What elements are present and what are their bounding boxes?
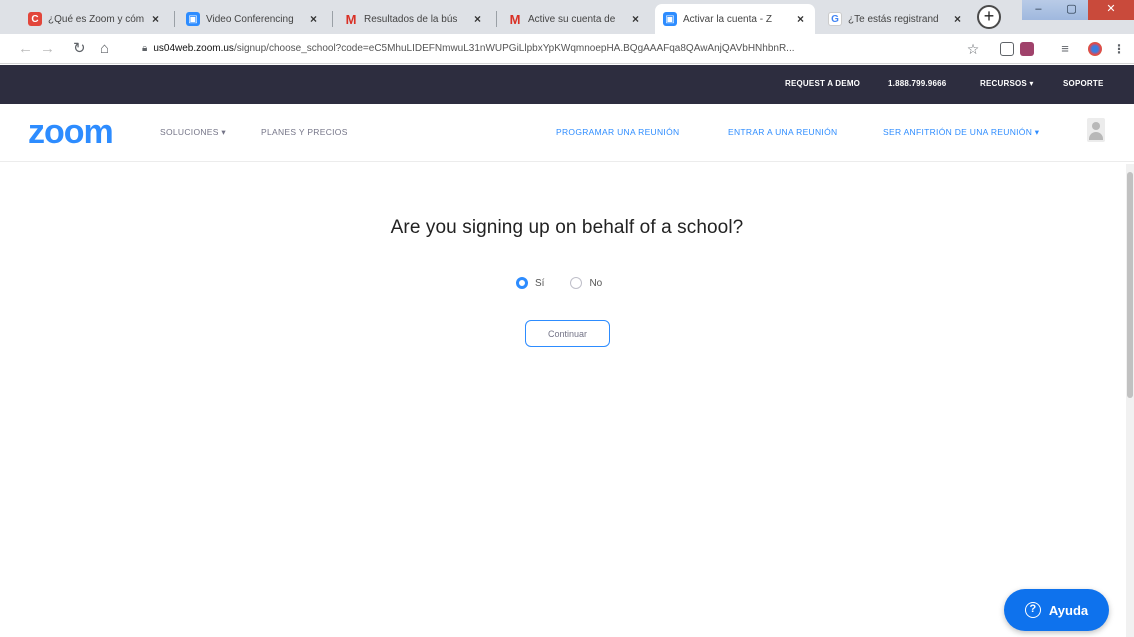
tab-separator [332,11,333,27]
resources-menu[interactable]: RECURSOS ▾ [980,79,1034,88]
close-icon[interactable]: × [797,12,809,26]
browser-tab-5-active[interactable]: ▣ Activar la cuenta - Z × [655,4,815,34]
close-icon[interactable]: × [310,12,322,26]
back-arrow-icon[interactable]: ← [18,40,33,58]
radio-no[interactable]: No [570,277,602,289]
browser-tab-6[interactable]: G ¿Te estás registrand × [820,4,972,34]
menu-lines-icon[interactable]: ≡ [1058,42,1072,56]
tab-title: Active su cuenta de [528,13,616,25]
plans-pricing-link[interactable]: PLANES Y PRECIOS [261,127,348,137]
forward-arrow-icon[interactable]: → [40,40,55,58]
tab-title: ¿Qué es Zoom y cóm [48,13,145,25]
radio-selected-icon [516,277,528,289]
browser-toolbar: ← → ↻ ⌂ 🔒︎ us04web.zoom.us/signup/choose_… [0,34,1134,64]
school-radio-group: Sí No [516,274,628,292]
zoom-logo[interactable]: zoom [28,113,114,152]
browser-tab-3[interactable]: M Resultados de la bús × [336,4,492,34]
extension-app-icon[interactable] [1020,42,1034,56]
reload-icon[interactable]: ↻ [73,40,86,58]
help-label: Ayuda [1048,602,1089,618]
page-scrollbar[interactable] [1126,164,1134,637]
browser-tab-2[interactable]: ▣ Video Conferencing × [178,4,328,34]
address-bar[interactable]: 🔒︎ us04web.zoom.us/signup/choose_school?c… [142,39,960,59]
schedule-meeting-link[interactable]: PROGRAMAR UNA REUNIÓN [556,127,679,137]
tab-title: Video Conferencing [206,13,294,25]
zoom-top-bar: REQUEST A DEMO 1.888.799.9666 RECURSOS ▾… [0,65,1134,104]
support-link[interactable]: SOPORTE [1063,79,1104,88]
tab-favicon-icon: ▣ [186,12,200,26]
url-host: us04web.zoom.us [153,43,234,54]
close-icon[interactable]: × [474,12,486,26]
google-icon: G [828,12,842,26]
tab-title: Activar la cuenta - Z [683,13,772,25]
join-meeting-link[interactable]: ENTRAR A UNA REUNIÓN [728,127,837,137]
maximize-icon[interactable]: ▢ [1055,0,1088,20]
home-icon[interactable]: ⌂ [100,40,109,58]
zoom-main-nav: zoom SOLUCIONES ▾ PLANES Y PRECIOS PROGR… [0,104,1134,162]
radio-yes[interactable]: Sí [516,277,544,289]
continue-button[interactable]: Continuar [525,320,610,347]
window-close-icon[interactable]: ✕ [1087,0,1134,20]
tab-title: Resultados de la bús [364,13,458,25]
extension-page-icon[interactable] [1000,42,1014,56]
request-demo-link[interactable]: REQUEST A DEMO [785,79,860,88]
host-meeting-menu[interactable]: SER ANFITRIÓN DE UNA REUNIÓN ▾ [883,127,1039,138]
bookmark-star-icon[interactable]: ☆ [966,42,980,56]
url-path: /signup/choose_school?code=eC5MhuLIDEFNm… [233,43,795,54]
close-icon[interactable]: × [954,12,966,26]
close-icon[interactable]: × [632,12,644,26]
browser-tab-4[interactable]: M Active su cuenta de × [500,4,650,34]
gmail-icon: M [509,11,521,27]
gmail-icon: M [345,11,357,27]
browser-tab-1[interactable]: C ¿Qué es Zoom y cóm × [20,4,170,34]
help-button[interactable]: ? Ayuda [1004,589,1109,631]
browser-tab-strip: C ¿Qué es Zoom y cóm × ▣ Video Conferenc… [0,0,1134,34]
phone-number-link[interactable]: 1.888.799.9666 [888,79,946,88]
question-mark-icon: ? [1024,602,1041,618]
radio-yes-label: Sí [535,277,545,289]
tab-separator [496,11,497,27]
solutions-menu[interactable]: SOLUCIONES ▾ [160,127,226,138]
lock-icon: 🔒︎ [142,43,148,54]
radio-no-label: No [589,277,603,289]
new-tab-plus-icon[interactable]: + [977,5,1001,29]
tab-favicon-icon: C [28,12,42,26]
tab-separator [174,11,175,27]
profile-avatar-icon[interactable] [1088,42,1102,56]
school-question-heading: Are you signing up on behalf of a school… [390,217,744,238]
minimize-icon[interactable]: – [1022,0,1055,20]
kebab-menu-icon[interactable]: ⋮ [1112,42,1126,56]
radio-unselected-icon [570,277,583,289]
user-avatar[interactable] [1087,118,1105,142]
close-icon[interactable]: × [152,12,164,26]
scrollbar-thumb[interactable] [1127,172,1133,398]
tab-title: ¿Te estás registrand [848,13,939,25]
window-controls: – ▢ ✕ [1022,0,1134,20]
tab-favicon-icon: ▣ [663,12,677,26]
